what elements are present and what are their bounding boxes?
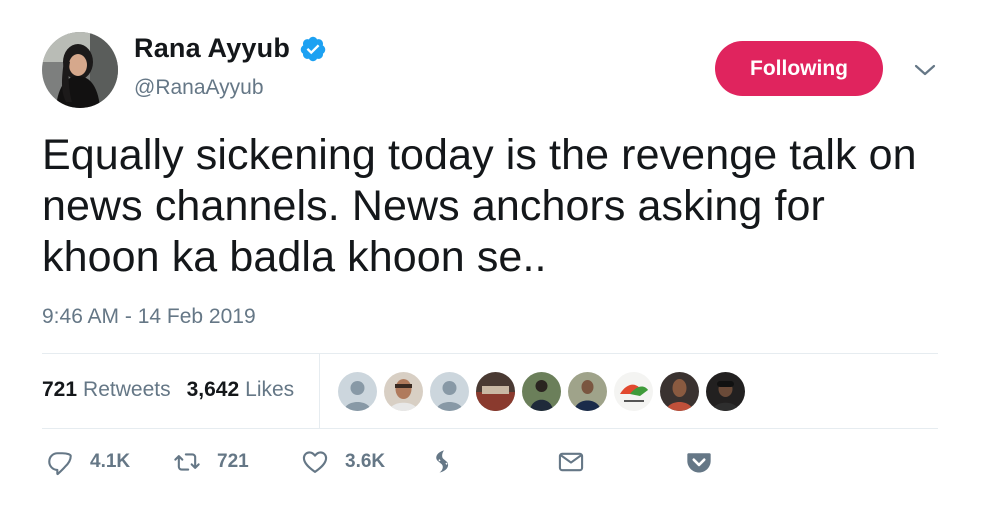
user-avatar-icon: [706, 372, 745, 411]
retweets-stat[interactable]: 721 Retweets: [42, 378, 171, 402]
stats-divider: [319, 354, 320, 428]
following-button[interactable]: Following: [715, 41, 883, 96]
moments-lightning-icon: [436, 450, 449, 473]
liker-avatar[interactable]: [614, 372, 653, 411]
default-avatar-icon: [338, 372, 377, 411]
user-avatar-icon: [522, 372, 561, 411]
liker-avatar[interactable]: [522, 372, 561, 411]
retweet-count: 721: [217, 451, 249, 472]
pocket-button[interactable]: [685, 448, 713, 476]
divider: [42, 353, 938, 354]
reply-button[interactable]: 4.1K: [46, 448, 130, 476]
liker-avatar[interactable]: [430, 372, 469, 411]
like-button[interactable]: 3.6K: [301, 448, 385, 476]
verified-badge-icon: [300, 36, 326, 61]
like-count: 3.6K: [345, 451, 386, 472]
heart-icon: [302, 451, 328, 473]
likers-row: [338, 372, 752, 411]
logo-avatar-icon: [614, 372, 653, 411]
pocket-icon: [687, 453, 711, 473]
retweet-button[interactable]: 721: [173, 448, 249, 476]
liker-avatar[interactable]: [706, 372, 745, 411]
liker-avatar[interactable]: [384, 372, 423, 411]
reply-icon: [48, 452, 72, 476]
reply-count: 4.1K: [90, 451, 131, 472]
moments-button[interactable]: [429, 448, 457, 476]
divider: [42, 428, 938, 429]
likes-stat[interactable]: 3,642 Likes: [187, 378, 295, 402]
user-avatar-icon: [476, 372, 515, 411]
retweet-icon: [174, 453, 200, 471]
liker-avatar[interactable]: [476, 372, 515, 411]
profile-photo: [42, 32, 118, 108]
direct-message-button[interactable]: [557, 448, 585, 476]
author-name[interactable]: Rana Ayyub: [134, 33, 290, 64]
liker-avatar[interactable]: [338, 372, 377, 411]
tweet-timestamp[interactable]: 9:46 AM - 14 Feb 2019: [42, 305, 256, 329]
user-avatar-icon: [568, 372, 607, 411]
chevron-down-icon[interactable]: [913, 58, 937, 82]
tweet-text: Equally sickening today is the revenge t…: [42, 131, 917, 281]
user-avatar-icon: [384, 372, 423, 411]
envelope-icon: [558, 452, 584, 472]
author-handle[interactable]: @RanaAyyub: [134, 76, 264, 100]
default-avatar-icon: [430, 372, 469, 411]
user-avatar-icon: [660, 372, 699, 411]
liker-avatar[interactable]: [568, 372, 607, 411]
tweet-stats: 721 Retweets 3,642 Likes: [42, 378, 310, 402]
action-bar: 4.1K 721 3.6K: [42, 448, 942, 484]
avatar[interactable]: [42, 32, 118, 108]
liker-avatar[interactable]: [660, 372, 699, 411]
